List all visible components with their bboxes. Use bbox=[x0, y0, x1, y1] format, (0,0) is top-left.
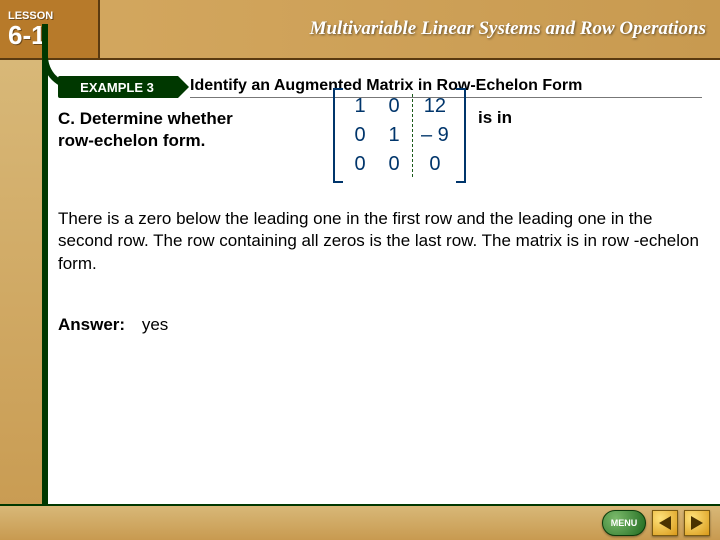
matrix-col-aug: 12 – 9 0 bbox=[414, 88, 456, 183]
matrix-cell: 0 bbox=[384, 150, 404, 179]
question-trail: row-echelon form. bbox=[58, 131, 205, 150]
bracket-right-icon bbox=[456, 88, 466, 183]
content-area: EXAMPLE 3 Identify an Augmented Matrix i… bbox=[58, 76, 702, 494]
augment-divider bbox=[412, 94, 413, 177]
question-part-label: C. bbox=[58, 109, 75, 128]
matrix-cell: 0 bbox=[350, 121, 370, 150]
matrix-cell: – 9 bbox=[421, 121, 449, 150]
matrix-cell: 12 bbox=[421, 92, 449, 121]
question-lead-right: is in bbox=[478, 108, 512, 128]
next-button[interactable] bbox=[684, 510, 710, 536]
triangle-right-icon bbox=[691, 516, 703, 530]
matrix-cell: 0 bbox=[421, 150, 449, 179]
matrix-col-2: 0 1 0 bbox=[377, 88, 411, 183]
menu-button[interactable]: MENU bbox=[602, 510, 646, 536]
example-badge: EXAMPLE 3 bbox=[58, 76, 178, 98]
matrix-cell: 1 bbox=[384, 121, 404, 150]
question-lead: C. Determine whether row-echelon form. bbox=[58, 108, 233, 151]
left-rail bbox=[0, 60, 42, 540]
answer-row: Answer: yes bbox=[58, 315, 702, 335]
prev-button[interactable] bbox=[652, 510, 678, 536]
slide: LESSON 6-1 Multivariable Linear Systems … bbox=[0, 0, 720, 540]
rail-line bbox=[42, 60, 48, 540]
book-title: Multivariable Linear Systems and Row Ope… bbox=[100, 0, 720, 58]
matrix-cell: 0 bbox=[384, 92, 404, 121]
matrix-col-1: 1 0 0 bbox=[343, 88, 377, 183]
triangle-left-icon bbox=[659, 516, 671, 530]
bracket-left-icon bbox=[333, 88, 343, 183]
answer-label: Answer: bbox=[58, 315, 125, 334]
augmented-matrix: 1 0 0 0 1 0 12 – 9 0 bbox=[333, 88, 466, 183]
explanation-text: There is a zero below the leading one in… bbox=[58, 208, 702, 274]
answer-value: yes bbox=[142, 315, 168, 334]
matrix-cell: 0 bbox=[350, 150, 370, 179]
header-band: LESSON 6-1 Multivariable Linear Systems … bbox=[0, 0, 720, 60]
footer-bar: MENU bbox=[0, 504, 720, 540]
question-lead-left: Determine whether bbox=[80, 109, 233, 128]
matrix-cell: 1 bbox=[350, 92, 370, 121]
slide-body: EXAMPLE 3 Identify an Augmented Matrix i… bbox=[0, 60, 720, 540]
